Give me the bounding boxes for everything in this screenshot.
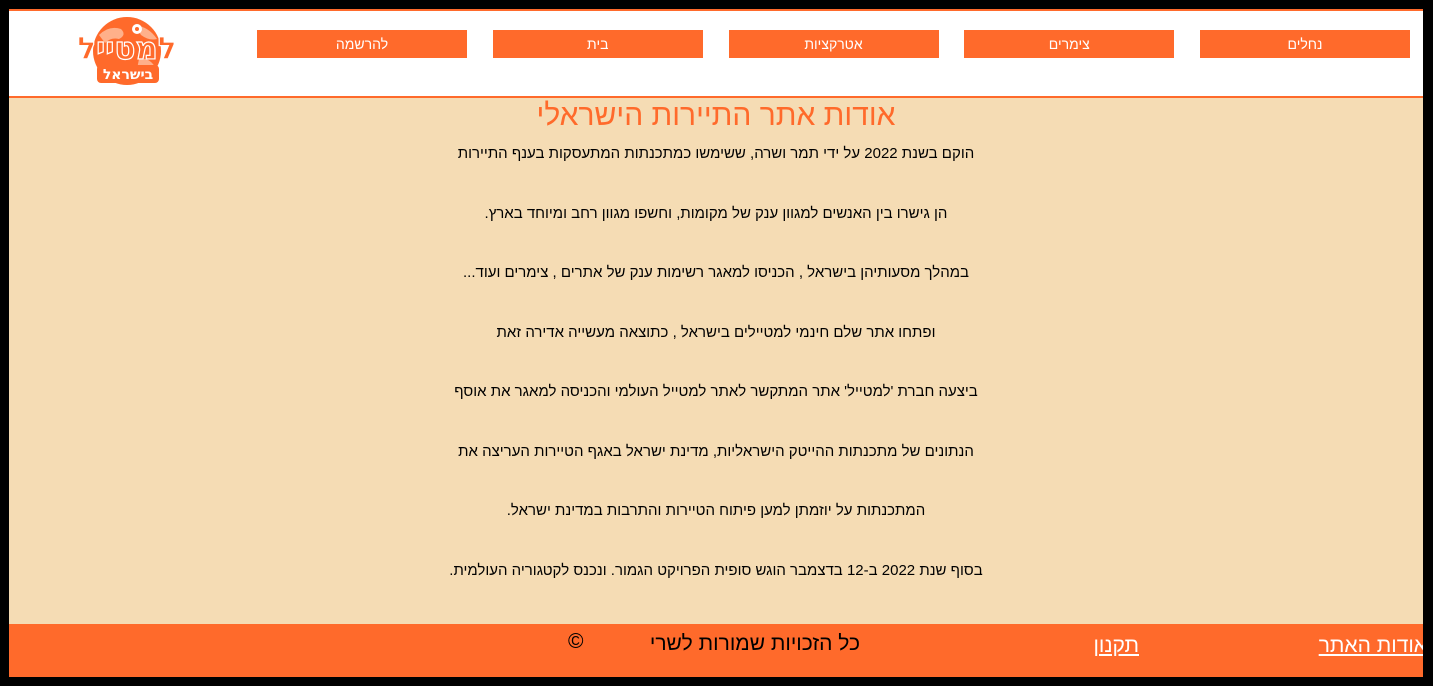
about-paragraph: הן גישרו בין האנשים למגוון ענק של מקומות…: [484, 204, 948, 222]
page-frame: למטייל בישראל נחלים צימרים אטרקציות בית …: [9, 9, 1423, 677]
site-header: למטייל בישראל נחלים צימרים אטרקציות בית …: [9, 9, 1423, 98]
copyright-icon: ©: [568, 630, 584, 653]
page-title: אודות אתר התיירות הישראלי: [536, 99, 896, 132]
about-content: אודות אתר התיירות הישראלי הוקם בשנת 2022…: [9, 98, 1423, 624]
site-logo[interactable]: למטייל בישראל: [75, 15, 180, 91]
main-nav: נחלים צימרים אטרקציות בית להרשמה: [257, 30, 1410, 59]
nav-item-streams[interactable]: נחלים: [1200, 30, 1410, 58]
globe-logo-icon: למטייל בישראל: [77, 17, 177, 85]
about-paragraph: ביצעה חברת 'למטייל' אתר המתקשר לאתר למטי…: [454, 383, 978, 400]
footer-copyright-text: כל הזכויות שמורות לשרי: [649, 632, 860, 655]
nav-item-register[interactable]: להרשמה: [257, 30, 467, 58]
nav-item-home[interactable]: בית: [492, 30, 703, 58]
about-paragraph: במהלך מסעותיהן בישראל , הכניסו למאגר רשי…: [463, 264, 969, 281]
about-paragraph: בסוף שנת 2022 ב-12 בדצמבר הוגש סופית הפר…: [449, 561, 983, 579]
about-paragraph: המתכנתות על יוזמתן למען פיתוח הטיירות וה…: [506, 502, 926, 519]
nav-item-cabins[interactable]: צימרים: [964, 30, 1175, 58]
about-paragraphs: הוקם בשנת 2022 על ידי תמר ושרה, ששימשו כ…: [9, 144, 1423, 620]
footer-terms-link[interactable]: תקנון: [1093, 634, 1139, 658]
logo-main-text: למטייל: [77, 31, 176, 67]
about-paragraph: הנתונים של מתכנתות ההייטק הישראליות, מדי…: [458, 442, 974, 460]
footer-about-link[interactable]: אודות האתר: [1319, 634, 1423, 658]
nav-item-attractions[interactable]: אטרקציות: [728, 30, 939, 58]
about-paragraph: הוקם בשנת 2022 על ידי תמר ושרה, ששימשו כ…: [457, 145, 975, 162]
about-paragraph: ופתחו אתר שלם חינמי למטיילים בישראל , כת…: [496, 323, 936, 341]
site-footer: אודות האתר תקנון כל הזכויות שמורות לשרי …: [9, 624, 1423, 677]
logo-sub-text: בישראל: [103, 67, 153, 83]
